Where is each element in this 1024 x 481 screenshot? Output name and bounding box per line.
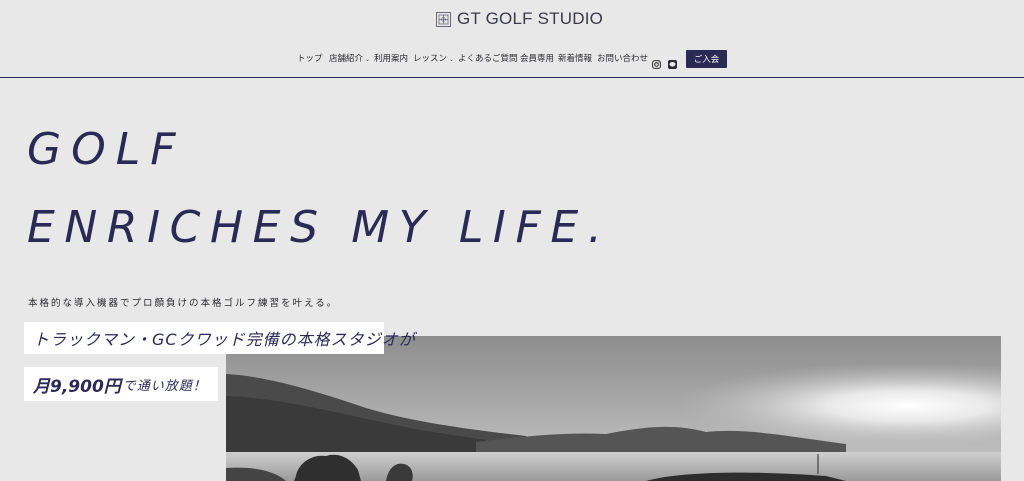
chevron-down-icon: ⌄: [449, 56, 455, 63]
hero-subcopy: 本格的な導入機器でプロ顔負けの本格ゴルフ練習を叶える。: [28, 298, 339, 309]
hero-headline-line1: GOLF: [27, 124, 186, 175]
hero-caption-studio-text: トラックマン・GCクワッド完備の本格スタジオが: [33, 330, 416, 349]
hero-caption-price: 月9,900円 で通い放題！: [24, 367, 218, 401]
nav-item-lessons-label: レッスン: [413, 54, 448, 64]
nav-item-guide[interactable]: 利用案内: [374, 52, 408, 64]
nav-item-news[interactable]: 新着情報: [558, 52, 592, 64]
join-button[interactable]: ご入会: [686, 50, 727, 68]
site-logo[interactable]: GT GOLF STUDIO: [436, 8, 603, 30]
hero-headline-line2: ENRICHES MY LIFE.: [27, 202, 612, 253]
nav-item-faq[interactable]: よくあるご質問: [458, 52, 518, 64]
nav-item-top[interactable]: トップ: [297, 52, 323, 64]
nav-item-stores[interactable]: 店舗紹介 ⌄: [329, 52, 370, 64]
hero-photo: [226, 336, 1001, 481]
nav-item-stores-label: 店舗紹介: [329, 54, 364, 64]
studio-logo-icon: [436, 11, 451, 27]
nav-item-contact[interactable]: お問い合わせ: [597, 52, 648, 64]
nav-item-lessons[interactable]: レッスン ⌄: [413, 52, 454, 64]
monthly-price: 月9,900円: [33, 376, 121, 397]
chevron-down-icon: ⌄: [365, 56, 371, 63]
instagram-icon[interactable]: [652, 54, 661, 69]
hero-caption-price-text: で通い放題！: [122, 378, 207, 394]
main-nav: トップ 店舗紹介 ⌄ 利用案内 レッスン ⌄ よくあるご質問 会員専用 新着情報 お…: [0, 50, 1024, 69]
logo-text: GT GOLF STUDIO: [457, 9, 604, 28]
nav-item-members[interactable]: 会員専用: [520, 52, 554, 64]
hero-caption-studio: トラックマン・GCクワッド完備の本格スタジオが: [24, 322, 415, 354]
line-icon[interactable]: [668, 54, 677, 69]
site-header: GT GOLF STUDIO トップ 店舗紹介 ⌄ 利用案内 レッスン ⌄ よくある…: [0, 0, 1024, 78]
